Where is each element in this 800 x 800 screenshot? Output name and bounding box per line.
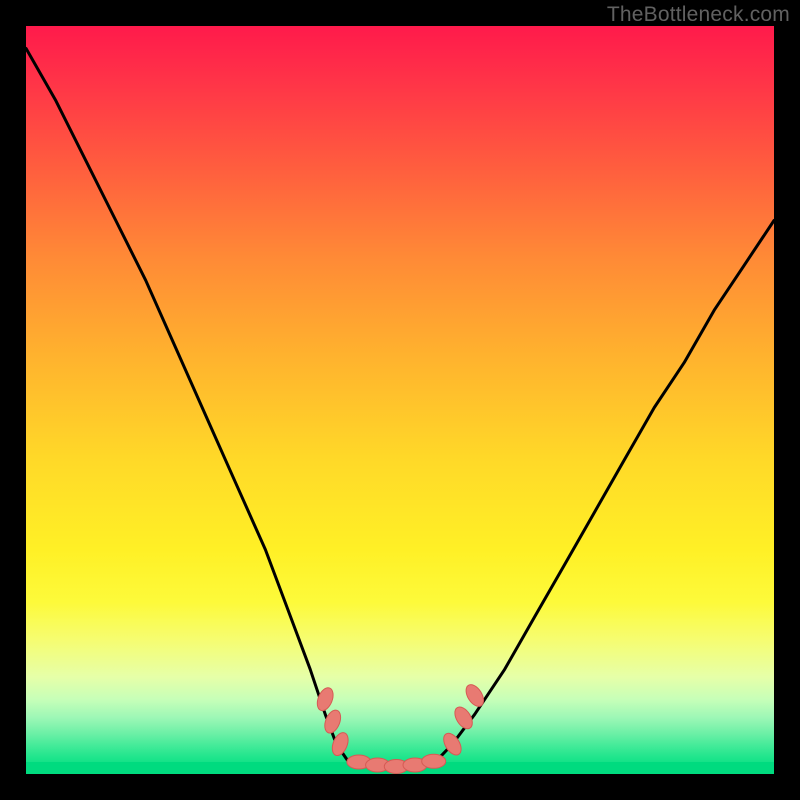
bottleneck-curve	[26, 26, 774, 774]
valley-marker	[463, 682, 488, 710]
watermark-text: TheBottleneck.com	[607, 3, 790, 27]
v-curve-path	[26, 48, 774, 766]
valley-marker	[422, 754, 446, 768]
outer-frame: TheBottleneck.com	[0, 0, 800, 800]
plot-area	[26, 26, 774, 774]
